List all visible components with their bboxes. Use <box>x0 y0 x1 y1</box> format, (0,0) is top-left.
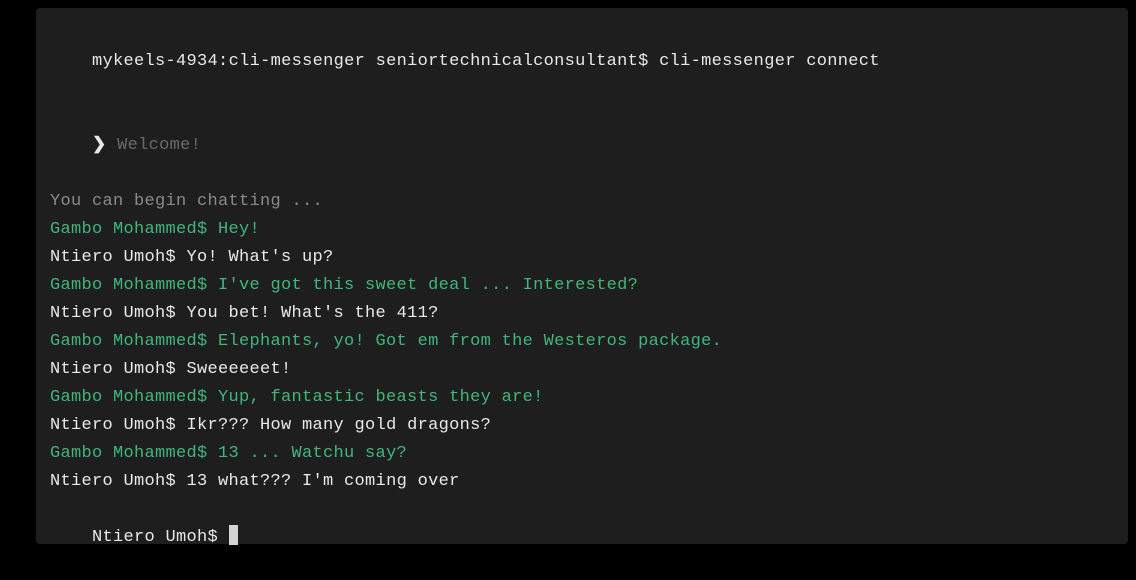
chat-message-text: Yo! What's up? <box>187 248 334 267</box>
chat-message-text: You bet! What's the 411? <box>187 304 439 323</box>
chat-message: Ntiero Umoh$ You bet! What's the 411? <box>50 300 1114 328</box>
chat-message-user: Gambo Mohammed$ <box>50 444 218 463</box>
chat-message: Ntiero Umoh$ Sweeeeeet! <box>50 356 1114 384</box>
chat-message-user: Gambo Mohammed$ <box>50 220 218 239</box>
chat-message-text: Sweeeeeet! <box>187 360 292 379</box>
chat-message: Gambo Mohammed$ Hey! <box>50 216 1114 244</box>
chat-message: Ntiero Umoh$ Yo! What's up? <box>50 244 1114 272</box>
cursor-icon <box>229 525 238 545</box>
chat-message-user: Ntiero Umoh$ <box>50 360 187 379</box>
chat-message: Ntiero Umoh$ Ikr??? How many gold dragon… <box>50 412 1114 440</box>
chevron-icon: ❯ <box>92 136 107 155</box>
chat-message-user: Gambo Mohammed$ <box>50 388 218 407</box>
input-prompt-line[interactable]: Ntiero Umoh$ <box>50 496 1114 580</box>
shell-prompt-line: mykeels-4934:cli-messenger seniortechnic… <box>50 20 1114 104</box>
chat-message-text: I've got this sweet deal ... Interested? <box>218 276 638 295</box>
chat-message: Gambo Mohammed$ I've got this sweet deal… <box>50 272 1114 300</box>
shell-prompt: mykeels-4934:cli-messenger seniortechnic… <box>92 52 880 71</box>
chat-message-text: Elephants, yo! Got em from the Westeros … <box>218 332 722 351</box>
chat-message-text: Hey! <box>218 220 260 239</box>
input-prompt-user: Ntiero Umoh$ <box>92 528 229 547</box>
chat-message-user: Ntiero Umoh$ <box>50 304 187 323</box>
chat-message-user: Gambo Mohammed$ <box>50 332 218 351</box>
chat-message-user: Ntiero Umoh$ <box>50 416 187 435</box>
hint-line: You can begin chatting ... <box>50 188 1114 216</box>
chat-message: Gambo Mohammed$ Yup, fantastic beasts th… <box>50 384 1114 412</box>
welcome-line: ❯ Welcome! <box>50 104 1114 188</box>
terminal[interactable]: mykeels-4934:cli-messenger seniortechnic… <box>36 8 1128 544</box>
welcome-text: Welcome! <box>117 136 201 155</box>
chat-message-text: 13 what??? I'm coming over <box>187 472 460 491</box>
chat-message-user: Ntiero Umoh$ <box>50 248 187 267</box>
chat-message: Ntiero Umoh$ 13 what??? I'm coming over <box>50 468 1114 496</box>
chat-message: Gambo Mohammed$ Elephants, yo! Got em fr… <box>50 328 1114 356</box>
chat-message-user: Gambo Mohammed$ <box>50 276 218 295</box>
chat-message: Gambo Mohammed$ 13 ... Watchu say? <box>50 440 1114 468</box>
chat-message-user: Ntiero Umoh$ <box>50 472 187 491</box>
chat-message-text: Ikr??? How many gold dragons? <box>187 416 492 435</box>
chat-message-text: Yup, fantastic beasts they are! <box>218 388 544 407</box>
chat-message-text: 13 ... Watchu say? <box>218 444 407 463</box>
